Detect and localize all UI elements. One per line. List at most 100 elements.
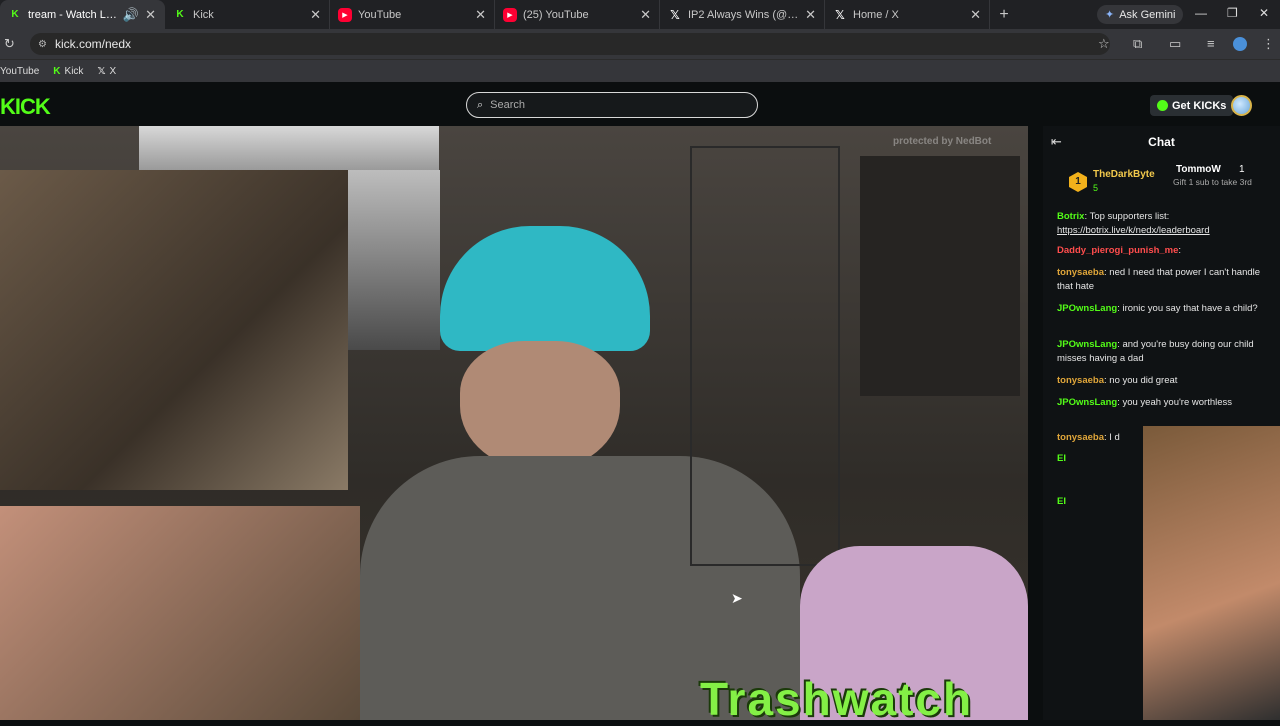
ask-gemini-button[interactable]: ✦ Ask Gemini <box>1097 5 1184 24</box>
bookmark-kick[interactable]: K Kick <box>53 66 83 77</box>
browser-tab[interactable]: K tream - Watch Live o 🔊 ✕ <box>0 0 165 29</box>
streamer-face <box>460 341 620 471</box>
leaderboard-entry[interactable]: 1 TheDarkByte 5 <box>1069 168 1169 198</box>
cast-icon[interactable]: ▭ <box>1169 36 1181 52</box>
close-window-icon[interactable]: ✕ <box>1259 6 1269 20</box>
ask-gemini-label: Ask Gemini <box>1119 8 1176 21</box>
address-toolbar: ↻ ⚙ kick.com/nedx <box>0 29 1280 59</box>
chat-message: tonysaeba: ned I need that power I can't… <box>1057 267 1261 292</box>
search-icon: ⌕ <box>477 98 484 111</box>
browser-tab[interactable]: K Kick ✕ <box>165 0 330 29</box>
bookmark-star-icon[interactable]: ☆ <box>1098 36 1110 52</box>
search-input[interactable]: ⌕ Search <box>466 92 758 118</box>
rank-badge: 1 <box>1069 172 1087 192</box>
chat-message: Botrix: Top supporters list: https://bot… <box>1057 211 1210 236</box>
chat-title: Chat <box>1148 135 1175 149</box>
leaderboard-value: 5 <box>1093 183 1099 193</box>
browser-tab[interactable]: 𝕏 IP2 Always Wins (@Ip2AlwaysW ✕ <box>660 0 825 29</box>
bottom-collage <box>0 506 360 720</box>
chat-text: Top supporters list: <box>1089 211 1170 222</box>
wardrobe <box>860 156 1020 396</box>
video-player[interactable]: protected by NedBot ➤ <box>0 126 1028 720</box>
avatar[interactable] <box>1231 95 1252 116</box>
close-tab-icon[interactable]: ✕ <box>310 7 321 23</box>
kicks-coin-icon <box>1157 100 1168 111</box>
chat-text: you yeah you're worthless <box>1122 397 1233 408</box>
reading-list-icon[interactable]: ≡ <box>1207 36 1215 51</box>
browser-tab[interactable]: 𝕏 Home / X ✕ <box>825 0 990 29</box>
video-watermark: protected by NedBot <box>893 136 992 147</box>
close-tab-icon[interactable]: ✕ <box>970 7 981 23</box>
speaker-icon[interactable]: 🔊 <box>123 7 139 23</box>
close-tab-icon[interactable]: ✕ <box>640 7 651 23</box>
chat-overlay-image <box>1143 426 1280 720</box>
chat-username[interactable]: EI <box>1057 496 1066 507</box>
chat-username[interactable]: Botrix <box>1057 211 1084 222</box>
get-kicks-label: Get KICKs <box>1172 99 1227 112</box>
extensions-icon[interactable]: ⧉ <box>1133 36 1142 52</box>
webcam-top <box>139 126 439 170</box>
close-tab-icon[interactable]: ✕ <box>145 7 156 23</box>
browser-tab-bar: K tream - Watch Live o 🔊 ✕ K Kick ✕ ▶ Yo… <box>0 0 1280 29</box>
close-tab-icon[interactable]: ✕ <box>805 7 816 23</box>
kick-icon: K <box>11 9 19 20</box>
get-kicks-button[interactable]: Get KICKs <box>1150 95 1234 116</box>
chat-username[interactable]: JPOwnsLang <box>1057 339 1117 350</box>
chat-message: Daddy_pierogi_punish_me: <box>1057 245 1182 256</box>
tab-title: tream - Watch Live o <box>28 8 117 21</box>
chat-text: ironic you say that have a child? <box>1122 303 1258 314</box>
trashwatch-overlay-text: Trashwatch <box>700 673 974 725</box>
x-icon: 𝕏 <box>670 7 680 22</box>
chat-username[interactable]: tonysaeba <box>1057 375 1104 386</box>
kick-icon: K <box>53 65 61 77</box>
bookmark-youtube[interactable]: YouTube <box>0 66 39 77</box>
shelf-right <box>690 146 840 566</box>
tab-title: IP2 Always Wins (@Ip2AlwaysW <box>688 8 799 21</box>
url-field[interactable]: ⚙ kick.com/nedx <box>30 33 1110 55</box>
reload-icon[interactable]: ↻ <box>4 36 15 52</box>
webcam-bw <box>348 170 440 350</box>
leaderboard-note: Gift 1 sub to take 3rd <box>1173 177 1252 187</box>
chat-message: JPOwnsLang: and you're busy doing our ch… <box>1057 339 1254 364</box>
chat-username[interactable]: JPOwnsLang <box>1057 397 1117 408</box>
minimize-icon[interactable]: — <box>1195 6 1207 20</box>
leaderboard-name: TommoW <box>1176 164 1221 175</box>
browser-tab[interactable]: ▶ (25) YouTube ✕ <box>495 0 660 29</box>
chat-message: tonysaeba: no you did great <box>1057 375 1178 386</box>
mouse-cursor-icon: ➤ <box>731 590 743 606</box>
close-tab-icon[interactable]: ✕ <box>475 7 486 23</box>
chat-username[interactable]: tonysaeba <box>1057 267 1104 278</box>
chat-username[interactable]: JPOwnsLang <box>1057 303 1117 314</box>
chat-username[interactable]: Daddy_pierogi_punish_me <box>1057 245 1178 256</box>
chat-message: JPOwnsLang: ironic you say that have a c… <box>1057 303 1258 314</box>
menu-icon[interactable]: ⋮ <box>1262 36 1275 52</box>
restore-icon[interactable]: ❐ <box>1227 6 1238 20</box>
bookmark-label: X <box>109 65 117 77</box>
chat-username[interactable]: EI <box>1057 453 1066 464</box>
youtube-icon: ▶ <box>503 7 517 22</box>
kick-icon: K <box>176 9 184 20</box>
kick-logo[interactable]: KICK <box>0 94 51 120</box>
x-icon: 𝕏 <box>97 65 106 77</box>
search-placeholder: Search <box>490 99 526 111</box>
profile-icon[interactable] <box>1233 37 1247 51</box>
tab-title: YouTube <box>358 8 402 21</box>
site-info-icon[interactable]: ⚙ <box>38 39 47 50</box>
leaderboard-rank: 1 <box>1239 164 1245 175</box>
chat-text: I d <box>1109 432 1120 443</box>
chat-panel: ⇤ Chat 1 TheDarkByte 5 TommoW 1 Gift 1 s… <box>1043 126 1280 720</box>
tab-title: (25) YouTube <box>523 8 589 21</box>
chat-text: no you did great <box>1109 375 1178 386</box>
tab-title: Home / X <box>853 8 899 21</box>
youtube-icon: ▶ <box>338 7 352 22</box>
chat-link[interactable]: https://botrix.live/k/nedx/leaderboard <box>1057 225 1210 236</box>
browser-tab[interactable]: ▶ YouTube ✕ <box>330 0 495 29</box>
bookmark-label: YouTube <box>0 65 40 77</box>
tab-title: Kick <box>193 8 214 21</box>
leaderboard-name: TheDarkByte <box>1093 169 1155 180</box>
bookmarks-bar: YouTube K Kick 𝕏X <box>0 59 1280 82</box>
chat-username[interactable]: tonysaeba <box>1057 432 1104 443</box>
bookmark-x[interactable]: 𝕏X <box>97 66 116 77</box>
new-tab-button[interactable]: + <box>990 0 1018 29</box>
leaderboard-entry[interactable]: TommoW 1 Gift 1 sub to take 3rd <box>1161 164 1271 200</box>
